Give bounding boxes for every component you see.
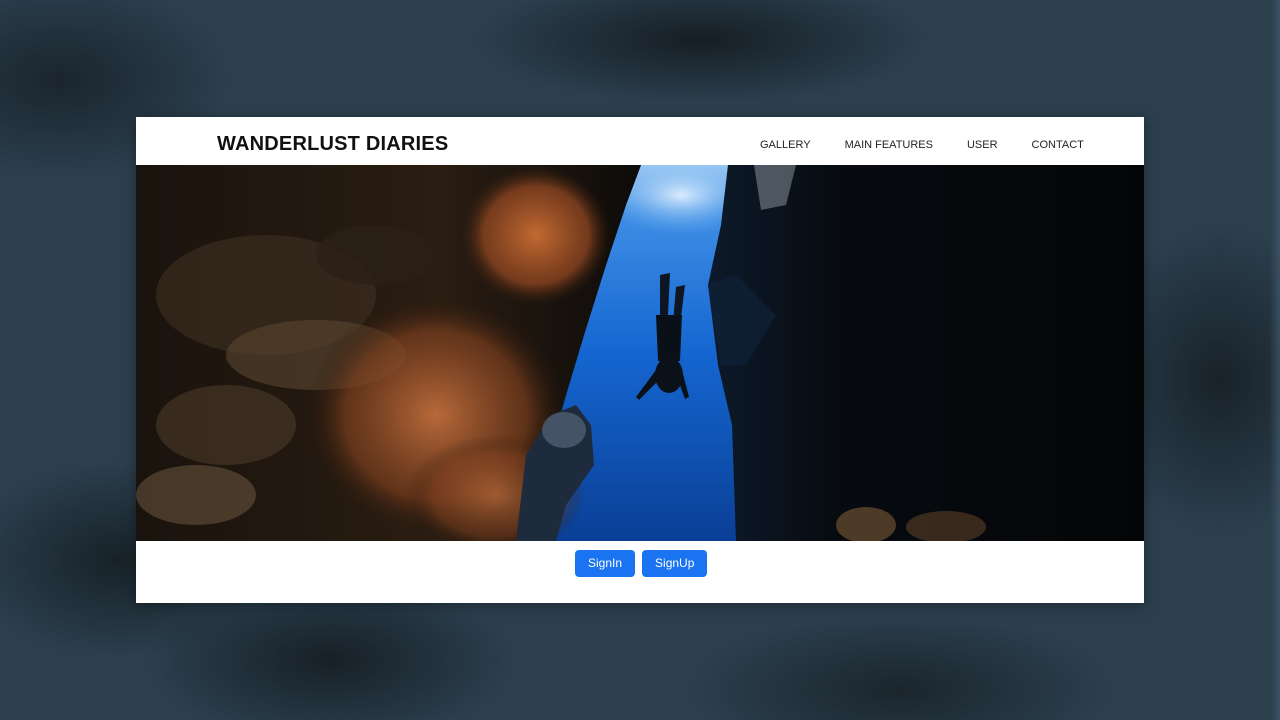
nav-link-contact[interactable]: CONTACT — [1032, 139, 1084, 151]
nav-link-main-features[interactable]: MAIN FEATURES — [845, 139, 933, 151]
website-frame: WANDERLUST DIARIES GALLERY MAIN FEATURES… — [136, 117, 1144, 603]
nav-link-gallery[interactable]: GALLERY — [760, 139, 811, 151]
signup-button[interactable]: SignUp — [642, 550, 708, 577]
signin-button[interactable]: SignIn — [575, 550, 636, 577]
nav-link-user[interactable]: USER — [967, 139, 998, 151]
nav-links: GALLERY MAIN FEATURES USER CONTACT — [760, 139, 1118, 151]
navbar: WANDERLUST DIARIES GALLERY MAIN FEATURES… — [136, 117, 1144, 166]
hero-carousel-image — [136, 165, 1144, 541]
brand-title[interactable]: WANDERLUST DIARIES — [217, 133, 448, 156]
auth-buttons: SignIn SignUp — [575, 550, 708, 577]
underwater-scene-image — [136, 165, 1144, 541]
page-background-edge — [1270, 0, 1280, 720]
